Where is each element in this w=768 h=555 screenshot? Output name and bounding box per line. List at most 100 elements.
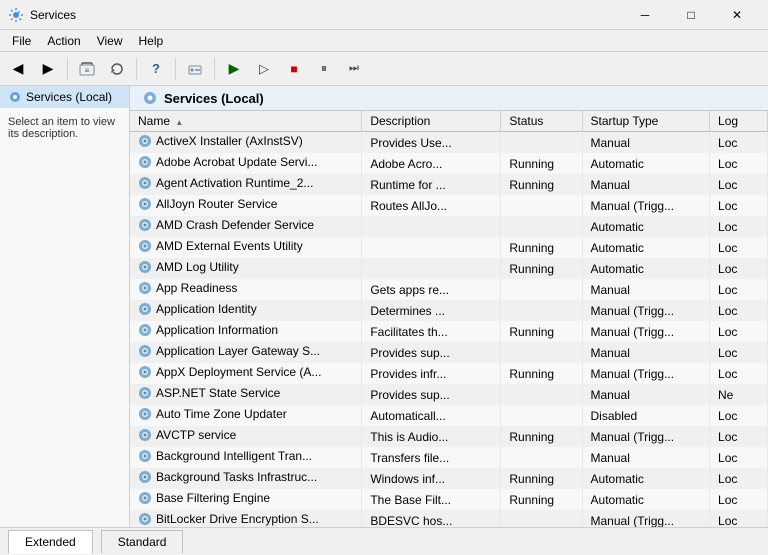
properties-button[interactable] <box>181 55 209 83</box>
stop-service-button[interactable]: ■ <box>280 55 308 83</box>
col-header-status[interactable]: Status <box>501 111 582 132</box>
start-service-2-button[interactable]: ▷ <box>250 55 278 83</box>
window-title: Services <box>30 8 76 22</box>
table-row[interactable]: App Readiness Gets apps re...ManualLoc <box>130 279 768 300</box>
cell-startup-type: Manual <box>582 447 710 468</box>
cell-logon: Ne <box>710 384 768 405</box>
maximize-button[interactable]: □ <box>668 0 714 30</box>
sort-arrow-name: ▲ <box>175 118 183 127</box>
table-row[interactable]: AMD Crash Defender Service AutomaticLoc <box>130 216 768 237</box>
right-panel-header: Services (Local) <box>130 86 768 111</box>
table-row[interactable]: Agent Activation Runtime_2... Runtime fo… <box>130 174 768 195</box>
table-row[interactable]: AllJoyn Router Service Routes AllJo...Ma… <box>130 195 768 216</box>
upward-button[interactable]: ≡ <box>73 55 101 83</box>
back-button[interactable]: ◀ <box>4 55 32 83</box>
cell-logon: Loc <box>710 300 768 321</box>
service-row-icon <box>138 176 152 190</box>
cell-description: Provides sup... <box>362 342 501 363</box>
services-table[interactable]: Name ▲ Description Status Startup Type <box>130 111 768 527</box>
table-row[interactable]: Application Information Facilitates th..… <box>130 321 768 342</box>
service-row-icon <box>138 512 152 526</box>
col-header-startup[interactable]: Startup Type <box>582 111 710 132</box>
menu-help[interactable]: Help <box>131 32 172 50</box>
cell-service-name: AVCTP service <box>130 426 362 447</box>
refresh-button[interactable] <box>103 55 131 83</box>
col-header-logon[interactable]: Log <box>710 111 768 132</box>
table-row[interactable]: Background Intelligent Tran... Transfers… <box>130 447 768 468</box>
cell-logon: Loc <box>710 195 768 216</box>
title-bar: Services ─ □ ✕ <box>0 0 768 30</box>
cell-startup-type: Manual <box>582 384 710 405</box>
cell-service-name: App Readiness <box>130 279 362 300</box>
help-button[interactable]: ? <box>142 55 170 83</box>
service-row-icon <box>138 260 152 274</box>
menu-file[interactable]: File <box>4 32 39 50</box>
toolbar: ◀ ▶ ≡ ? ▶ ▷ ■ ⏸ ⏭ <box>0 52 768 86</box>
cell-logon: Loc <box>710 237 768 258</box>
col-header-description[interactable]: Description <box>362 111 501 132</box>
table-row[interactable]: Adobe Acrobat Update Servi... Adobe Acro… <box>130 153 768 174</box>
table-row[interactable]: Background Tasks Infrastruc... Windows i… <box>130 468 768 489</box>
cell-status <box>501 405 582 426</box>
table-row[interactable]: BitLocker Drive Encryption S... BDESVC h… <box>130 510 768 527</box>
service-row-icon <box>138 449 152 463</box>
cell-status <box>501 384 582 405</box>
forward-button[interactable]: ▶ <box>34 55 62 83</box>
table-row[interactable]: AMD Log Utility RunningAutomaticLoc <box>130 258 768 279</box>
cell-logon: Loc <box>710 447 768 468</box>
menu-view[interactable]: View <box>89 32 131 50</box>
cell-logon: Loc <box>710 510 768 527</box>
cell-status: Running <box>501 363 582 384</box>
col-header-name[interactable]: Name ▲ <box>130 111 362 132</box>
cell-startup-type: Manual (Trigg... <box>582 363 710 384</box>
cell-description: Routes AllJo... <box>362 195 501 216</box>
table-row[interactable]: AVCTP service This is Audio...RunningMan… <box>130 426 768 447</box>
cell-startup-type: Manual <box>582 279 710 300</box>
cell-startup-type: Automatic <box>582 468 710 489</box>
description-panel: Select an item to view its description. <box>0 108 129 527</box>
table-row[interactable]: ActiveX Installer (AxInstSV) Provides Us… <box>130 132 768 154</box>
table-row[interactable]: AMD External Events Utility RunningAutom… <box>130 237 768 258</box>
title-controls: ─ □ ✕ <box>622 0 760 30</box>
cell-description: BDESVC hos... <box>362 510 501 527</box>
menu-action[interactable]: Action <box>39 32 88 50</box>
cell-startup-type: Automatic <box>582 489 710 510</box>
table-row[interactable]: ASP.NET State Service Provides sup...Man… <box>130 384 768 405</box>
cell-logon: Loc <box>710 468 768 489</box>
cell-service-name: Base Filtering Engine <box>130 489 362 510</box>
table-row[interactable]: Application Layer Gateway S... Provides … <box>130 342 768 363</box>
tab-standard[interactable]: Standard <box>101 530 184 553</box>
cell-description: Adobe Acro... <box>362 153 501 174</box>
table-row[interactable]: AppX Deployment Service (A... Provides i… <box>130 363 768 384</box>
panel-header-title: Services (Local) <box>164 91 264 106</box>
cell-status: Running <box>501 258 582 279</box>
cell-startup-type: Manual (Trigg... <box>582 510 710 527</box>
cell-service-name: Application Identity <box>130 300 362 321</box>
resume-service-button[interactable]: ⏭ <box>340 55 368 83</box>
cell-status <box>501 132 582 154</box>
cell-service-name: Application Information <box>130 321 362 342</box>
cell-status <box>501 447 582 468</box>
cell-status: Running <box>501 426 582 447</box>
table-row[interactable]: Application Identity Determines ...Manua… <box>130 300 768 321</box>
left-panel-services-local[interactable]: Services (Local) <box>0 86 129 108</box>
cell-status: Running <box>501 468 582 489</box>
table-row[interactable]: Auto Time Zone Updater Automaticall...Di… <box>130 405 768 426</box>
cell-status: Running <box>501 174 582 195</box>
menu-bar: File Action View Help <box>0 30 768 52</box>
cell-description: Provides sup... <box>362 384 501 405</box>
close-button[interactable]: ✕ <box>714 0 760 30</box>
table-row[interactable]: Base Filtering Engine The Base Filt...Ru… <box>130 489 768 510</box>
start-service-button[interactable]: ▶ <box>220 55 248 83</box>
cell-startup-type: Manual (Trigg... <box>582 195 710 216</box>
service-row-icon <box>138 386 152 400</box>
tab-extended[interactable]: Extended <box>8 530 93 554</box>
cell-service-name: Background Intelligent Tran... <box>130 447 362 468</box>
cell-logon: Loc <box>710 489 768 510</box>
pause-service-button[interactable]: ⏸ <box>310 55 338 83</box>
cell-logon: Loc <box>710 258 768 279</box>
minimize-button[interactable]: ─ <box>622 0 668 30</box>
service-row-icon <box>138 344 152 358</box>
cell-startup-type: Automatic <box>582 237 710 258</box>
services-tbody: ActiveX Installer (AxInstSV) Provides Us… <box>130 132 768 528</box>
